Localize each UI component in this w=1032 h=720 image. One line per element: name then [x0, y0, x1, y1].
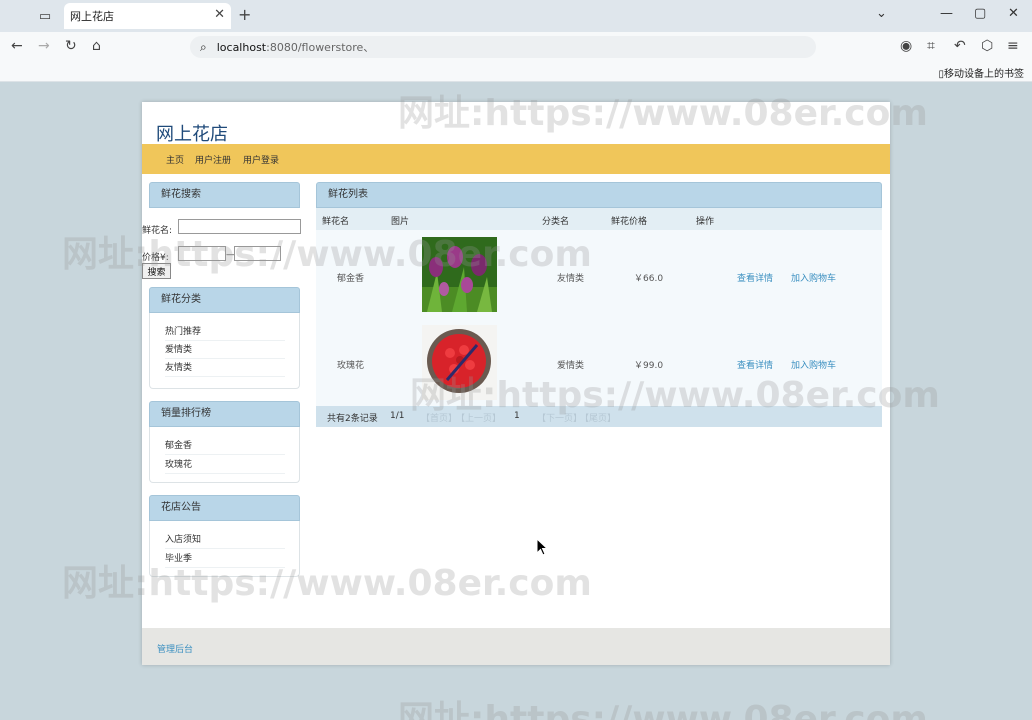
search-button[interactable]: 搜索: [142, 263, 171, 279]
flower-name-input[interactable]: [178, 219, 301, 234]
maximize-icon[interactable]: ▢: [974, 6, 986, 21]
notice-item[interactable]: 入店须知: [165, 532, 285, 549]
browser-tab-bar: ▭ 网上花店 ✕ + ⌄ — ▢ ✕: [0, 0, 1032, 32]
price-label: 价格¥:: [142, 253, 169, 263]
watermark: 网址:https://www.08er.com: [398, 699, 928, 720]
row-price: ￥99.0: [634, 361, 664, 371]
minimize-icon[interactable]: —: [940, 6, 953, 21]
search-icon: ⌕: [200, 39, 207, 54]
menu-register[interactable]: 用户注册: [195, 153, 231, 166]
col-category: 分类名: [542, 217, 570, 227]
page-container: 网上花店 主页 用户注册 用户登录 鲜花搜索 鲜花名: 价格¥: — 搜索 鲜花…: [142, 102, 890, 665]
category-item-friendship[interactable]: 友情类: [165, 360, 285, 377]
browser-tab[interactable]: 网上花店 ✕: [64, 3, 231, 29]
main-menu: 主页 用户注册 用户登录: [142, 144, 890, 174]
back-icon[interactable]: ←: [11, 38, 23, 54]
forward-icon[interactable]: →: [38, 38, 50, 54]
add-to-cart-link[interactable]: 加入购物车: [791, 271, 836, 284]
category-item-hot[interactable]: 热门推荐: [165, 324, 285, 341]
add-to-cart-link[interactable]: 加入购物车: [791, 358, 836, 371]
bookmark-bar: ▯移动设备上的书签: [0, 62, 1032, 82]
crop-icon[interactable]: ⌗: [927, 38, 935, 54]
new-tab-button[interactable]: +: [238, 5, 251, 24]
menu-login[interactable]: 用户登录: [243, 153, 279, 166]
search-box-header: 鲜花搜索: [149, 182, 300, 208]
current-page[interactable]: 1: [514, 411, 520, 421]
tab-list-icon[interactable]: ▭: [34, 6, 56, 26]
notice-item[interactable]: 毕业季: [165, 551, 285, 568]
notice-box-header: 花店公告: [149, 495, 300, 521]
site-title: 网上花店: [156, 124, 228, 145]
page-footer: 管理后台: [142, 628, 890, 665]
mouse-cursor-icon: [536, 538, 548, 556]
flower-table-header: 鲜花名 图片 分类名 鲜花价格 操作: [316, 208, 882, 230]
row-flower-name: 玫瑰花: [337, 361, 365, 371]
page-indicator: 1/1: [390, 411, 405, 421]
ranking-item[interactable]: 郁金香: [165, 438, 285, 455]
row-category: 爱情类: [557, 361, 585, 371]
flower-name-label: 鲜花名:: [142, 226, 173, 236]
home-icon[interactable]: ⌂: [92, 38, 101, 54]
admin-link[interactable]: 管理后台: [157, 642, 193, 655]
flower-list-header: 鲜花列表: [316, 182, 882, 208]
col-actions: 操作: [696, 217, 715, 227]
url-host: localhost: [216, 40, 267, 54]
tab-title: 网上花店: [70, 10, 114, 23]
first-page-link[interactable]: 【首页】: [421, 411, 457, 424]
price-max-input[interactable]: [234, 246, 281, 261]
view-detail-link[interactable]: 查看详情: [737, 358, 773, 371]
account-icon[interactable]: ◉: [900, 38, 912, 54]
close-icon[interactable]: ✕: [214, 7, 225, 22]
price-min-input[interactable]: [178, 246, 226, 261]
browser-nav-bar: ← → ↻ ⌂ ⌕ localhost:8080/flowerstore、 ◉ …: [0, 32, 1032, 62]
menu-icon[interactable]: ≡: [1007, 38, 1019, 54]
undo-icon[interactable]: ↶: [954, 38, 966, 54]
col-price: 鲜花价格: [611, 217, 648, 227]
reload-icon[interactable]: ↻: [65, 38, 77, 54]
flower-table-body: 郁金香 友情类 ￥66.0 查看详情 加入购物车 玫瑰花 爱情类 ￥99.0 查…: [316, 230, 882, 406]
prev-page-link[interactable]: 【上一页】: [456, 411, 501, 424]
rose-image[interactable]: [422, 325, 497, 400]
url-path: :8080/flowerstore、: [266, 41, 375, 54]
row-price: ￥66.0: [634, 274, 664, 284]
last-page-link[interactable]: 【尾页】: [580, 411, 616, 424]
pagination: 共有2条记录 1/1 【首页】 【上一页】 1 【下一页】 【尾页】: [316, 406, 882, 427]
tulip-image[interactable]: [422, 237, 497, 312]
ranking-item[interactable]: 玫瑰花: [165, 457, 285, 474]
row-flower-name: 郁金香: [337, 274, 365, 284]
address-bar[interactable]: ⌕ localhost:8080/flowerstore、: [190, 36, 816, 58]
category-box: 热门推荐 爱情类 友情类: [149, 313, 300, 389]
extensions-icon[interactable]: ⬡: [981, 38, 993, 54]
window-close-icon[interactable]: ✕: [1008, 6, 1019, 21]
ranking-box: 郁金香 玫瑰花: [149, 427, 300, 483]
mobile-bookmarks[interactable]: ▯移动设备上的书签: [938, 65, 1024, 80]
record-count: 共有2条记录: [327, 414, 378, 424]
next-page-link[interactable]: 【下一页】: [537, 411, 582, 424]
chevron-down-icon[interactable]: ⌄: [876, 6, 887, 21]
col-name: 鲜花名: [322, 217, 350, 227]
row-category: 友情类: [557, 274, 585, 284]
category-item-love[interactable]: 爱情类: [165, 342, 285, 359]
view-detail-link[interactable]: 查看详情: [737, 271, 773, 284]
col-image: 图片: [391, 217, 410, 227]
ranking-box-header: 销量排行榜: [149, 401, 300, 427]
category-box-header: 鲜花分类: [149, 287, 300, 313]
notice-box: 入店须知 毕业季: [149, 521, 300, 577]
menu-home[interactable]: 主页: [166, 153, 184, 166]
